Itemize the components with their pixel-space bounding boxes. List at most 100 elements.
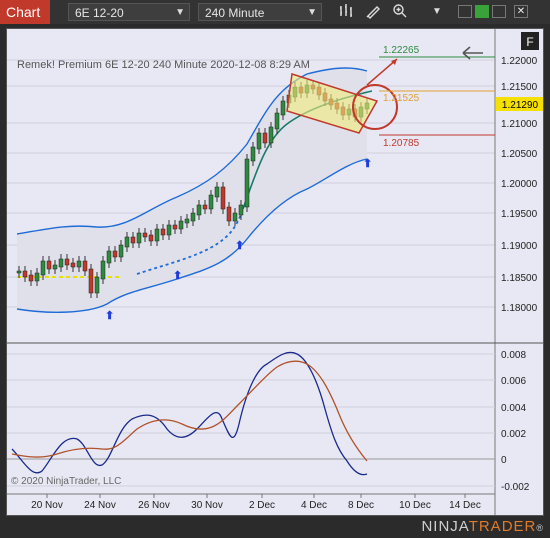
candle-body [244, 158, 250, 208]
chart-panel[interactable]: 1.22265 1.21525 1.20785 ⬆ ⬆ ⬆ ⬆ F Remek!… [6, 28, 544, 516]
up-arrow-icon: ⬆ [105, 310, 114, 322]
close-button[interactable]: ✕ [514, 5, 528, 18]
candle-body [70, 262, 76, 268]
candle-body [112, 250, 118, 258]
candle-body [130, 236, 136, 244]
oscillator-tick-label: 0.008 [501, 350, 526, 361]
candle-body [226, 206, 232, 222]
instrument-value: 6E 12-20 [75, 6, 124, 20]
candle-body [40, 260, 46, 276]
candle-body [154, 228, 160, 242]
oscillator-tick-label: 0.002 [501, 429, 526, 440]
candle-body [136, 232, 142, 244]
candle-body [106, 250, 112, 264]
oscillator-tick-label: 0.006 [501, 376, 526, 387]
time-tick-label: 26 Nov [138, 500, 170, 511]
price-axis: 1.22000 1.21500 1.21000 1.20500 1.20000 1.195… [501, 56, 538, 314]
candle-body [46, 260, 52, 270]
candle-body [82, 260, 88, 272]
candle-body [124, 236, 130, 248]
oscillator-axis: 0.008 0.006 0.004 0.002 0 -0.002 [501, 350, 530, 493]
candle-body [142, 232, 148, 238]
dropdown-icon[interactable]: ▼ [428, 3, 446, 21]
stop-label: 1.20785 [383, 138, 420, 149]
up-arrow-icon: ⬆ [363, 158, 372, 170]
bar-style-icon[interactable] [337, 3, 355, 21]
interval-value: 240 Minute [205, 6, 265, 20]
chevron-down-icon: ▼ [307, 7, 317, 18]
title-bar: Chart 6E 12-20 ▼ 240 Minute ▼ ▼ ✕ [0, 0, 550, 24]
candle-body [190, 212, 196, 222]
candle-body [184, 218, 190, 224]
instrument-selector[interactable]: 6E 12-20 ▼ [68, 3, 190, 21]
chart-header: Remek! Premium 6E 12-20 240 Minute 2020-… [17, 59, 310, 71]
candle-body [262, 132, 268, 144]
zoom-icon[interactable] [391, 3, 409, 21]
candle-body [52, 264, 58, 270]
interval-selector[interactable]: 240 Minute ▼ [198, 3, 322, 21]
candle-body [148, 234, 154, 242]
target-label: 1.22265 [383, 45, 420, 56]
candle-body [208, 194, 214, 210]
up-arrow-icon: ⬆ [235, 240, 244, 252]
candle-body [202, 204, 208, 210]
candle-body [28, 274, 34, 282]
candle-body [76, 260, 82, 268]
f-button-label: F [526, 35, 533, 49]
candle-body [172, 224, 178, 230]
time-tick-label: 2 Dec [249, 500, 275, 511]
candle-body [100, 260, 106, 280]
brand-mark: ® [536, 523, 544, 533]
candle-body [268, 126, 274, 144]
ninjatrader-logo: NINJATRADER® [421, 518, 544, 535]
candle-body [64, 258, 70, 266]
candle-body [34, 272, 40, 282]
chevron-down-icon: ▼ [175, 7, 185, 18]
time-tick-label: 30 Nov [191, 500, 223, 511]
restore-button[interactable] [492, 5, 506, 18]
candle-body [166, 224, 172, 236]
brand-trader: TRADER [468, 518, 537, 535]
price-tick-label: 1.21500 [501, 82, 538, 93]
price-tick-label: 1.20500 [501, 149, 538, 160]
price-tick-label: 1.20000 [501, 179, 538, 190]
time-axis: 20 Nov 24 Nov 26 Nov 30 Nov 2 Dec 4 Dec 8 Dec 1… [7, 493, 495, 511]
candle-body [274, 112, 280, 130]
candle-body [22, 270, 28, 278]
oscillator-tick-label: 0.004 [501, 403, 526, 414]
candle-body [232, 212, 238, 222]
time-tick-label: 8 Dec [348, 500, 374, 511]
candle-body [250, 146, 256, 162]
window-title: Chart [0, 0, 50, 24]
candle-body [220, 186, 226, 210]
candle-body [280, 100, 286, 116]
candle-body [160, 228, 166, 236]
time-tick-label: 20 Nov [31, 500, 63, 511]
candle-body [88, 268, 94, 294]
candle-body [214, 186, 220, 198]
drawing-tool-icon[interactable] [364, 3, 382, 21]
candle-body [94, 276, 100, 294]
oscillator-tick-label: -0.002 [501, 482, 530, 493]
candle-body [238, 204, 244, 216]
footer: NINJATRADER® [0, 516, 550, 538]
candle-body [118, 244, 124, 258]
brand-ninja: NINJA [421, 518, 469, 535]
time-tick-label: 24 Nov [84, 500, 116, 511]
up-arrow-icon: ⬆ [173, 270, 182, 282]
time-tick-label: 14 Dec [449, 500, 481, 511]
mid-level-label: 1.21525 [383, 93, 420, 104]
maximize-button[interactable] [475, 5, 489, 18]
candle-body [256, 132, 262, 150]
oscillator-tick-label: 0 [501, 455, 507, 466]
price-tick-label: 1.18000 [501, 303, 538, 314]
price-tick-label: 1.21000 [501, 119, 538, 130]
minimize-button[interactable] [458, 5, 472, 18]
oscillator-grid [7, 353, 495, 487]
time-tick-label: 4 Dec [301, 500, 327, 511]
candle-body [196, 204, 202, 216]
target-arrow [366, 58, 398, 86]
price-tick-label: 1.22000 [501, 56, 538, 67]
chart-canvas[interactable]: 1.22265 1.21525 1.20785 ⬆ ⬆ ⬆ ⬆ F Remek!… [7, 29, 544, 516]
candle-body [178, 220, 184, 230]
